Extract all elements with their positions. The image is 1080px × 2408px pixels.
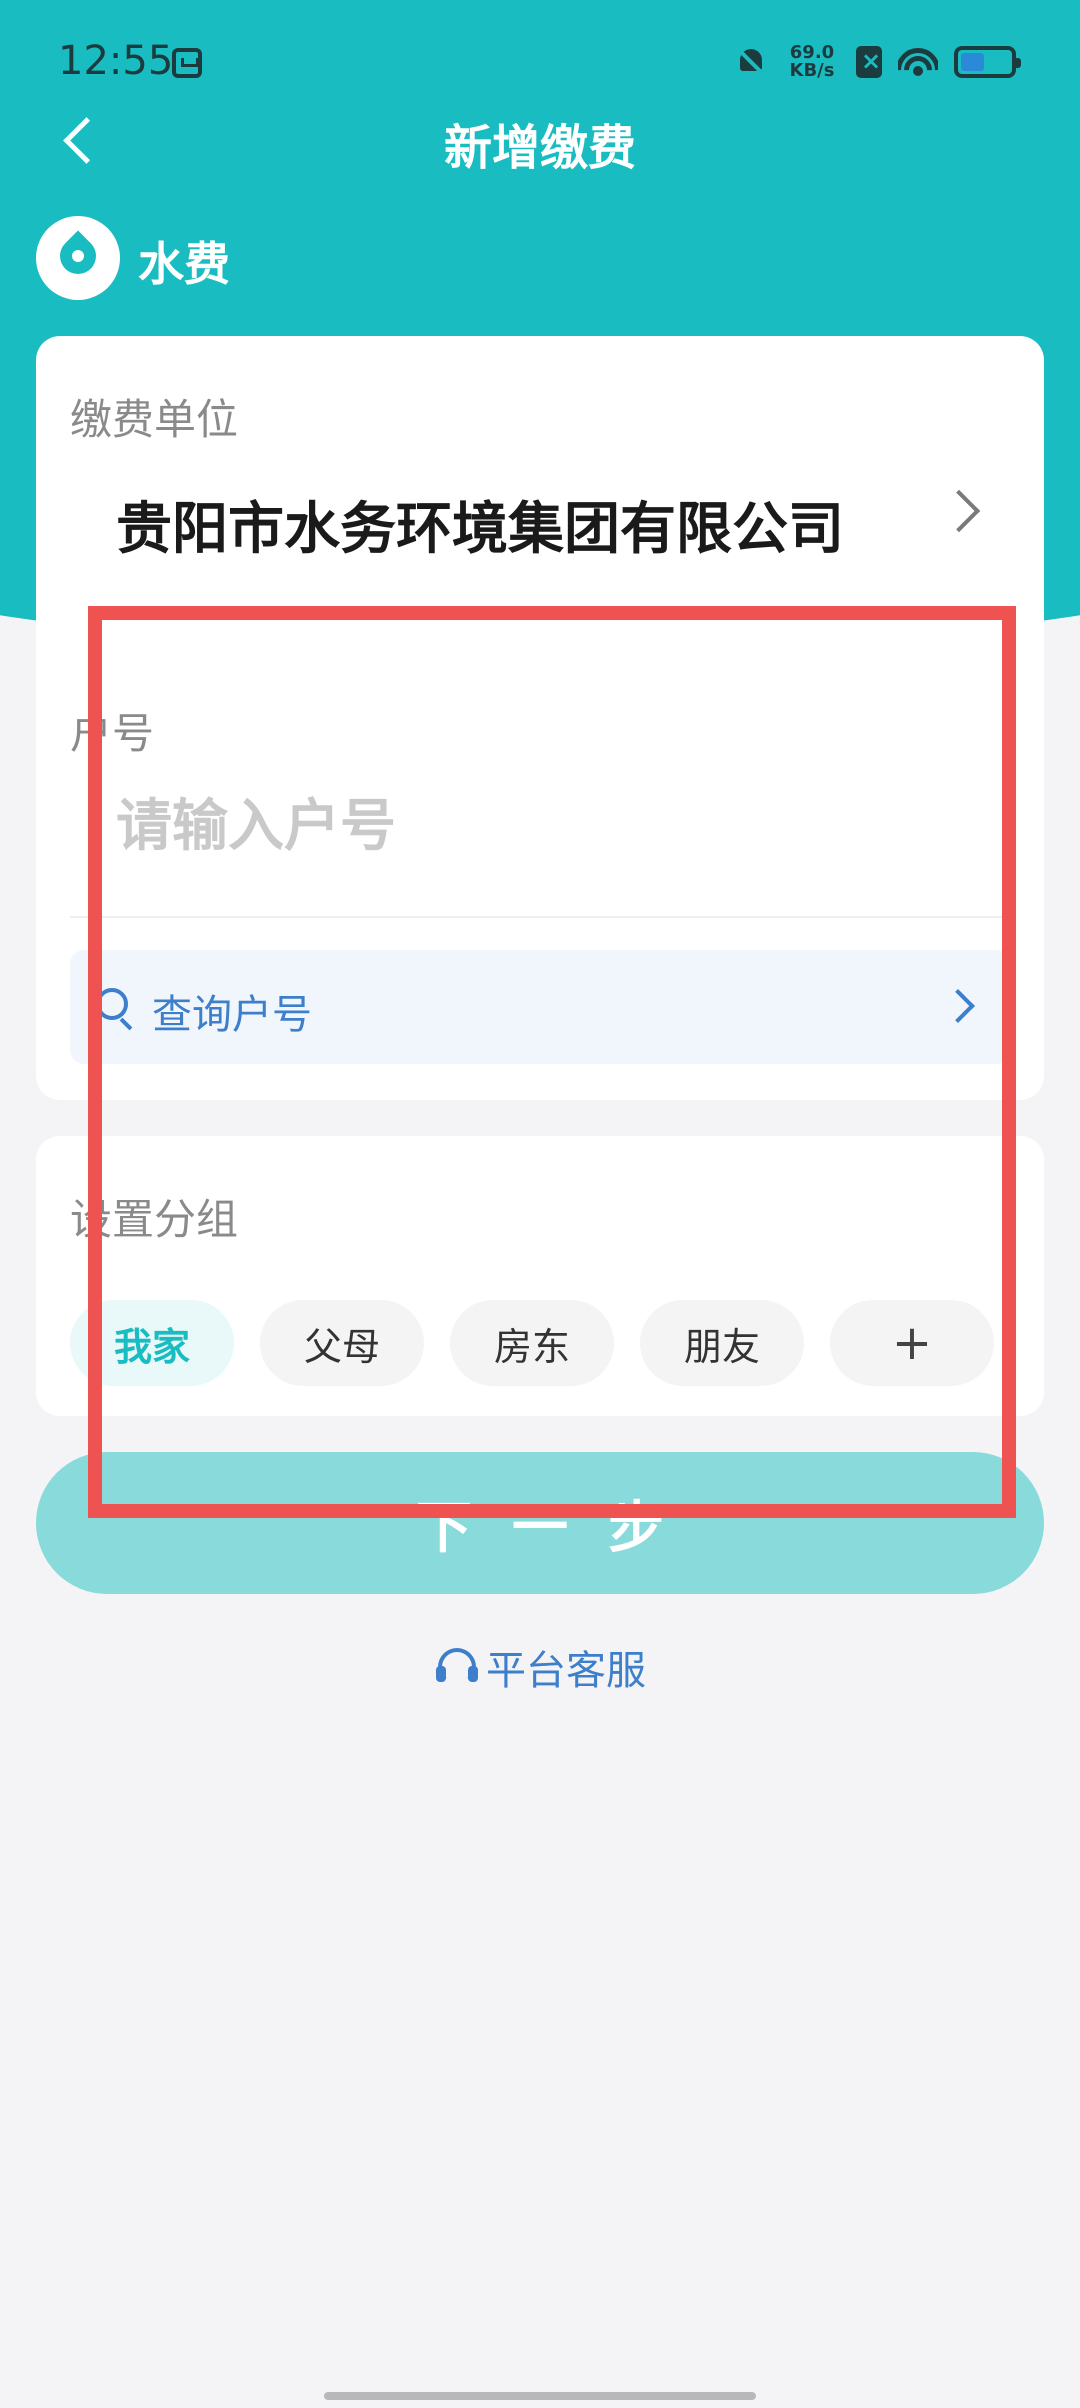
headset-icon	[434, 1644, 480, 1690]
status-bar: 12:55 69.0 KB/s	[0, 0, 1080, 120]
water-drop-icon	[36, 216, 120, 300]
notification-app-icon	[172, 48, 202, 78]
unit-label: 缴费单位	[70, 395, 239, 444]
chevron-right-icon[interactable]	[937, 489, 981, 533]
status-indicators: 69.0 KB/s	[736, 40, 1021, 84]
mute-icon	[736, 45, 768, 79]
network-speed: 69.0 KB/s	[784, 44, 840, 80]
customer-service-link[interactable]: 平台客服	[0, 1638, 1080, 1696]
unit-selector[interactable]: 贵阳市水务环境集团有限公司	[116, 484, 844, 565]
wifi-icon	[898, 46, 938, 78]
status-time: 12:55	[58, 38, 174, 84]
customer-service-label: 平台客服	[486, 1648, 646, 1694]
home-indicator[interactable]	[324, 2392, 756, 2400]
page-title: 新增缴费	[443, 120, 636, 176]
category-name: 水费	[138, 237, 230, 291]
network-speed-unit: KB/s	[789, 60, 835, 81]
highlight-box	[88, 606, 1016, 1518]
battery-icon	[954, 46, 1021, 78]
page: 12:55 69.0 KB/s 新增缴费 水费 缴费单位 贵阳市水务环境集团有限…	[0, 0, 1080, 2408]
no-sim-icon	[856, 46, 882, 78]
